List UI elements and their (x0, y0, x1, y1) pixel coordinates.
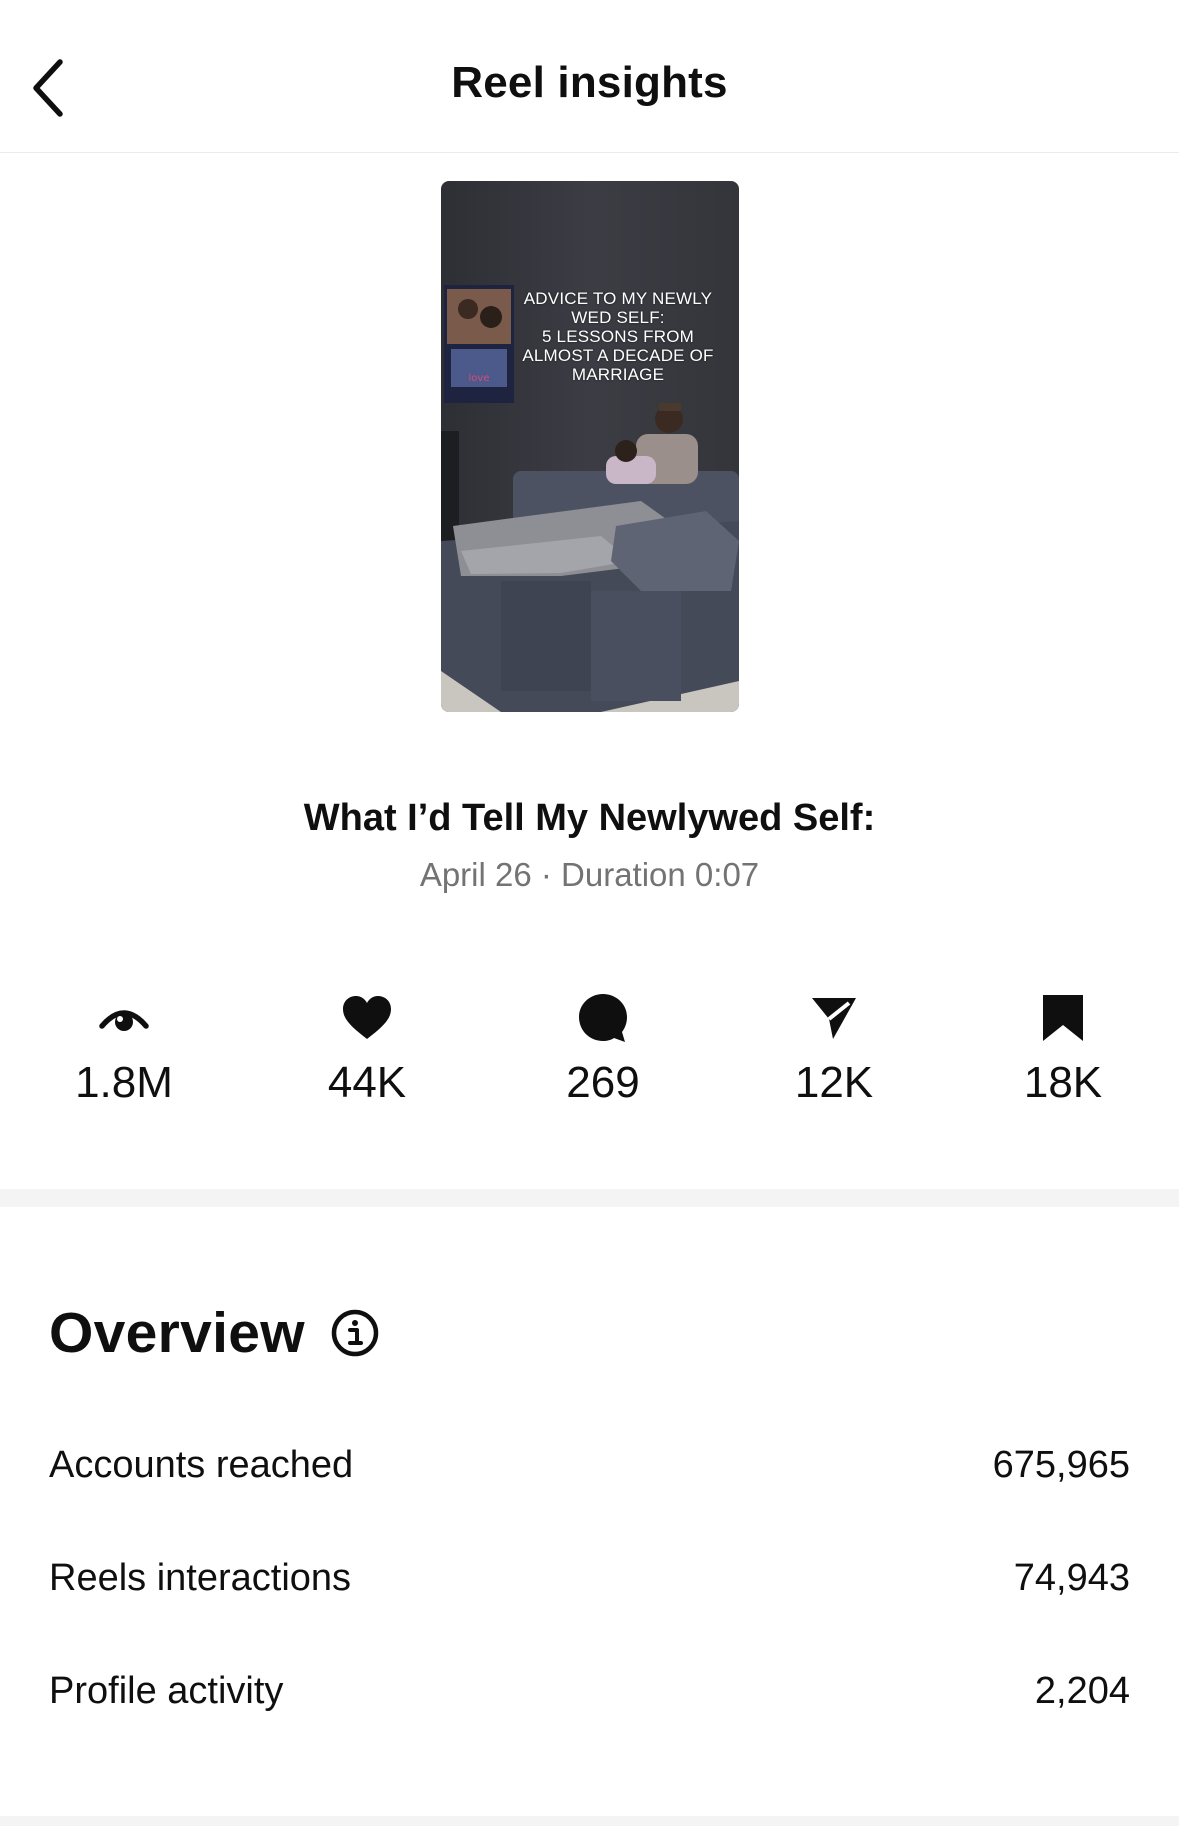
metric-label: Reels interactions (49, 1557, 352, 1599)
stat-likes: 44K (267, 990, 467, 1108)
metric-value: 675,965 (992, 1444, 1130, 1486)
metric-label: Accounts reached (49, 1444, 354, 1486)
metric-label: Profile activity (49, 1670, 284, 1712)
views-eye-icon (96, 990, 152, 1046)
stat-views-value: 1.8M (75, 1058, 173, 1107)
reel-meta: April 26 · Duration 0:07 (419, 856, 760, 893)
info-button[interactable] (331, 1309, 379, 1357)
metric-row-reels-interactions[interactable]: Reels interactions 74,943 (49, 1557, 1130, 1600)
stat-saves-value: 18K (1023, 1058, 1103, 1107)
bookmark-icon (1035, 990, 1091, 1046)
top-bar: Reel insights (0, 0, 1179, 153)
stat-saves: 18K (963, 990, 1163, 1108)
page-title: Reel insights (451, 58, 728, 107)
engagement-stats: 1.8M 44K 269 12K 18K (0, 990, 1179, 1110)
info-icon (331, 1309, 379, 1357)
comment-icon (575, 990, 631, 1046)
metric-row-accounts-reached[interactable]: Accounts reached 675,965 (49, 1444, 1130, 1487)
stat-shares-value: 12K (794, 1058, 874, 1107)
stat-shares: 12K (734, 990, 934, 1108)
stat-likes-value: 44K (327, 1058, 407, 1107)
stat-comments: 269 (503, 990, 703, 1108)
thumbnail-caption: ADVICE TO MY NEWLY WED SELF: 5 LESSONS F… (522, 289, 714, 384)
overview-title: Overview (49, 1301, 305, 1365)
stat-views: 1.8M (24, 990, 224, 1108)
reel-thumbnail[interactable]: love ADVICE TO MY NEWLY WED SELF: 5 LESS… (441, 181, 739, 712)
stat-comments-value: 269 (566, 1058, 640, 1107)
metric-value: 2,204 (1034, 1670, 1130, 1712)
bottom-divider (0, 1816, 1179, 1826)
overview-header: Overview (49, 1300, 379, 1366)
metric-row-profile-activity[interactable]: Profile activity 2,204 (49, 1670, 1130, 1713)
heart-icon (339, 990, 395, 1046)
metric-value: 74,943 (1013, 1557, 1130, 1599)
share-icon (806, 990, 862, 1046)
section-divider (0, 1189, 1179, 1207)
svg-text:love: love (469, 373, 490, 384)
reel-title: What I’d Tell My Newlywed Self: (303, 797, 876, 839)
